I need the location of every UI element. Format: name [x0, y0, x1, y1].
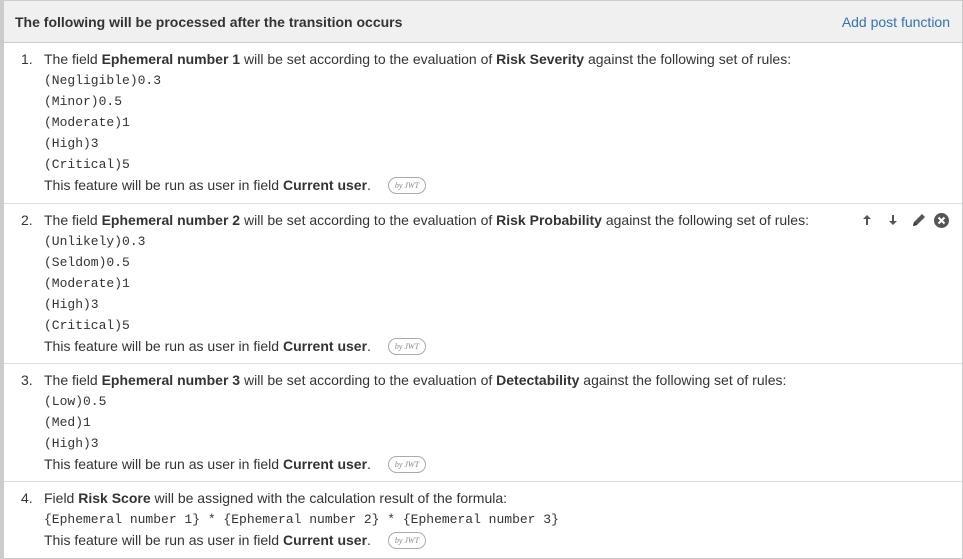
add-post-function-link[interactable]: Add post function	[842, 14, 950, 30]
item-description: The field Ephemeral number 1 will be set…	[44, 51, 792, 67]
jwt-badge: by JWT	[387, 456, 426, 473]
run-as-line: This feature will be run as user in fiel…	[44, 175, 952, 196]
item-description: Field Risk Score will be assigned with t…	[44, 490, 508, 506]
item-description: The field Ephemeral number 2 will be set…	[44, 212, 809, 228]
item-description: The field Ephemeral number 3 will be set…	[44, 372, 787, 388]
rule-line: (Moderate)1	[44, 276, 130, 291]
run-as-field: Current user	[283, 456, 368, 472]
run-as-line: This feature will be run as user in fiel…	[44, 454, 952, 475]
jwt-badge: by JWT	[387, 177, 426, 194]
target-field: Risk Score	[78, 490, 151, 506]
source-field: Risk Severity	[496, 51, 585, 67]
jwt-badge: by JWT	[387, 338, 426, 355]
item-number: 4.	[21, 490, 33, 506]
rule-list: (Low)0.5 (Med)1 (High)3	[44, 391, 952, 454]
rule-line: (Negligible)0.3	[44, 73, 162, 88]
rule-line: (High)3	[44, 436, 99, 451]
rule-list: (Unlikely)0.3 (Seldom)0.5 (Moderate)1 (H…	[44, 231, 952, 336]
jwt-badge: by JWT	[387, 532, 426, 549]
run-as-field: Current user	[283, 532, 368, 548]
rule-line: (High)3	[44, 297, 99, 312]
rule-line: (Moderate)1	[44, 115, 130, 130]
post-function-item: 2. The field Ephemeral number 2 will be …	[4, 204, 962, 364]
item-number: 3.	[21, 372, 33, 388]
rule-line: (High)3	[44, 136, 99, 151]
formula-expression: {Ephemeral number 1} * {Ephemeral number…	[44, 512, 559, 527]
target-field: Ephemeral number 3	[101, 372, 241, 388]
run-as-field: Current user	[283, 338, 368, 354]
rule-line: (Med)1	[44, 415, 91, 430]
post-function-item: 1. The field Ephemeral number 1 will be …	[4, 43, 962, 204]
arrow-up-icon[interactable]	[854, 212, 880, 228]
run-as-line: This feature will be run as user in fiel…	[44, 530, 952, 551]
rule-line: (Critical)5	[44, 157, 130, 172]
close-circle-icon[interactable]	[932, 212, 950, 228]
source-field: Risk Probability	[496, 212, 602, 228]
rule-line: (Minor)0.5	[44, 94, 123, 109]
source-field: Detectability	[496, 372, 580, 388]
rule-line: (Seldom)0.5	[44, 255, 130, 270]
rule-list: (Negligible)0.3 (Minor)0.5 (Moderate)1 (…	[44, 70, 952, 175]
post-function-item: 3. The field Ephemeral number 3 will be …	[4, 364, 962, 482]
pencil-icon[interactable]	[906, 212, 932, 228]
rule-line: (Unlikely)0.3	[44, 234, 146, 249]
rule-line: (Low)0.5	[44, 394, 107, 409]
post-function-item: 4. Field Risk Score will be assigned wit…	[4, 482, 962, 558]
item-actions	[854, 212, 950, 228]
target-field: Ephemeral number 1	[101, 51, 241, 67]
panel-header: The following will be processed after th…	[4, 1, 962, 43]
rule-line: (Critical)5	[44, 318, 130, 333]
arrow-down-icon[interactable]	[880, 212, 906, 228]
item-number: 2.	[21, 212, 33, 228]
post-functions-panel: The following will be processed after th…	[0, 0, 963, 559]
target-field: Ephemeral number 2	[101, 212, 241, 228]
item-number: 1.	[21, 51, 33, 67]
panel-title: The following will be processed after th…	[15, 13, 403, 30]
run-as-field: Current user	[283, 177, 368, 193]
run-as-line: This feature will be run as user in fiel…	[44, 336, 952, 357]
